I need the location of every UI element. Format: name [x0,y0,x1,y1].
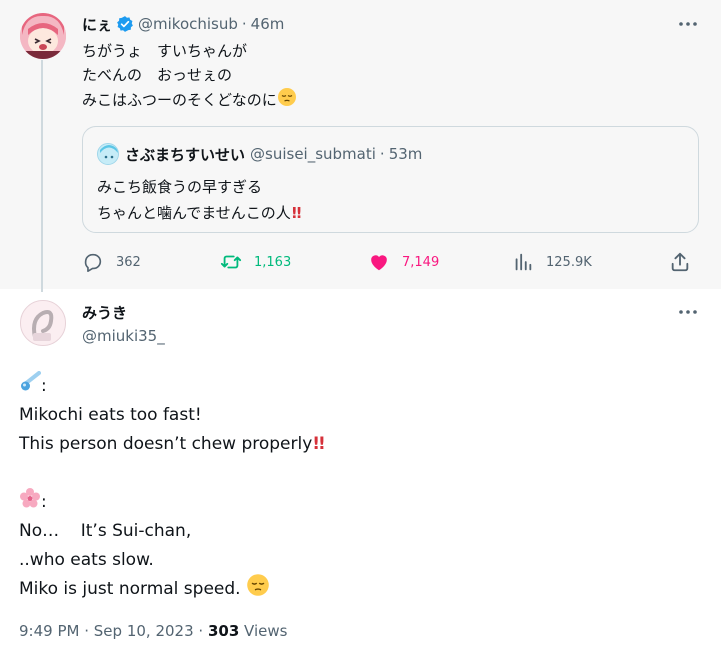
quoted-author-name: さぶまちすいせい [125,145,246,164]
separator-dot: · [198,622,208,640]
quoted-author-handle: @suisei_submati [250,145,376,163]
separator-dot: · [379,145,385,163]
quoted-tweet-header: さぶまちすいせい @suisei_submati · 53m [97,143,422,165]
retweet-count: 1,163 [254,254,292,270]
tweet-text-line: : [19,487,324,519]
tweet-meta: 9:49 PM · Sep 10, 2023 · 303 Views [19,622,287,640]
like-button[interactable]: 7,149 [368,250,439,274]
tweet-text: : Mikochi eats too fast! This person doe… [19,370,326,607]
speaker-colon: : [41,492,47,512]
tweet-actions: 362 1,163 7,149 125.9K [82,250,699,274]
share-button[interactable] [669,250,703,274]
retweet-icon [220,255,242,269]
avatar[interactable] [20,300,66,346]
quoted-tweet-text: みこち飯食うの早すぎる ちゃんと噛んでませんこの人!! [97,174,303,226]
tweet-text-line: This person doesn’t chew properly!! [19,430,326,459]
views-count: 303 [207,622,240,640]
tweet-time[interactable]: 46m [251,15,285,33]
double-exclamation-emoji-icon: !! [312,434,325,454]
quoted-tweet-time: 53m [388,145,423,163]
parent-tweet[interactable]: にぇ @mikochisub · 46m ちがうょ すいちゃんが たべんの おっ… [0,0,721,292]
more-options-icon[interactable] [676,14,700,34]
reply-icon [84,253,102,272]
tweet-text-line: No… It’s Sui-chan, [19,521,192,541]
tweet-text-line-content: Miko is just normal speed. [19,579,246,599]
tweet-date[interactable]: Sep 10, 2023 [94,622,194,640]
tweet-header: にぇ @mikochisub · 46m [82,13,284,35]
tweet-text-line: : [19,370,324,403]
separator-dot: · [241,15,247,33]
tweet-text-line-content: This person doesn’t chew properly [19,434,313,454]
quoted-tweet[interactable]: さぶまちすいせい @suisei_submati · 53m みこち飯食うの早す… [82,126,699,233]
quoted-text-line: みこち飯食うの早すぎる [97,178,263,196]
tweet-text-line: ちがうょ すいちゃんが [82,42,248,60]
relieved-face-emoji-icon [277,87,297,114]
share-icon [671,252,689,272]
quoted-avatar [97,143,119,165]
heart-icon [371,255,387,271]
separator-dot: · [84,622,94,640]
tweet-text-line: みこはふつーのそくどなのに [82,87,297,114]
more-options-icon[interactable] [676,302,700,322]
tweet-text-line: ..who eats slow. [19,550,154,570]
retweet-button[interactable]: 1,163 [220,250,291,274]
author-name[interactable]: にぇ [82,14,112,35]
tweet-text: ちがうょ すいちゃんが たべんの おっせぇの みこはふつーのそくどなのに [82,39,297,114]
tweet-time[interactable]: 9:49 PM [19,622,79,640]
like-count: 7,149 [402,254,440,270]
views-button[interactable]: 125.9K [512,250,592,274]
tweet-text-line: Mikochi eats too fast! [19,405,202,425]
thread-line [41,60,43,292]
comet-emoji-icon [19,370,41,403]
double-exclamation-emoji-icon: !! [290,204,303,222]
views-label: Views [244,622,288,640]
reply-count: 362 [116,254,141,270]
analytics-icon [515,253,532,271]
author-name[interactable]: みうき [82,302,127,323]
tweet-text-line: Miko is just normal speed. [19,573,324,607]
quoted-text-line-content: ちゃんと噛んでませんこの人 [97,204,291,222]
tweet-text-line-content: みこはふつーのそくどなのに [82,91,277,109]
tweet-text-line: たべんの おっせぇの [82,66,233,84]
cherry-blossom-emoji-icon [19,487,41,519]
speaker-colon: : [41,376,47,396]
author-handle[interactable]: @miuki35_ [82,327,165,345]
view-count: 125.9K [546,254,592,270]
avatar[interactable] [20,13,66,59]
quoted-text-line: ちゃんと噛んでませんこの人!! [97,200,303,226]
author-handle[interactable]: @mikochisub [138,15,238,33]
verified-badge-icon [116,15,134,33]
relieved-face-emoji-icon [246,573,270,607]
reply-button[interactable]: 362 [82,250,141,274]
